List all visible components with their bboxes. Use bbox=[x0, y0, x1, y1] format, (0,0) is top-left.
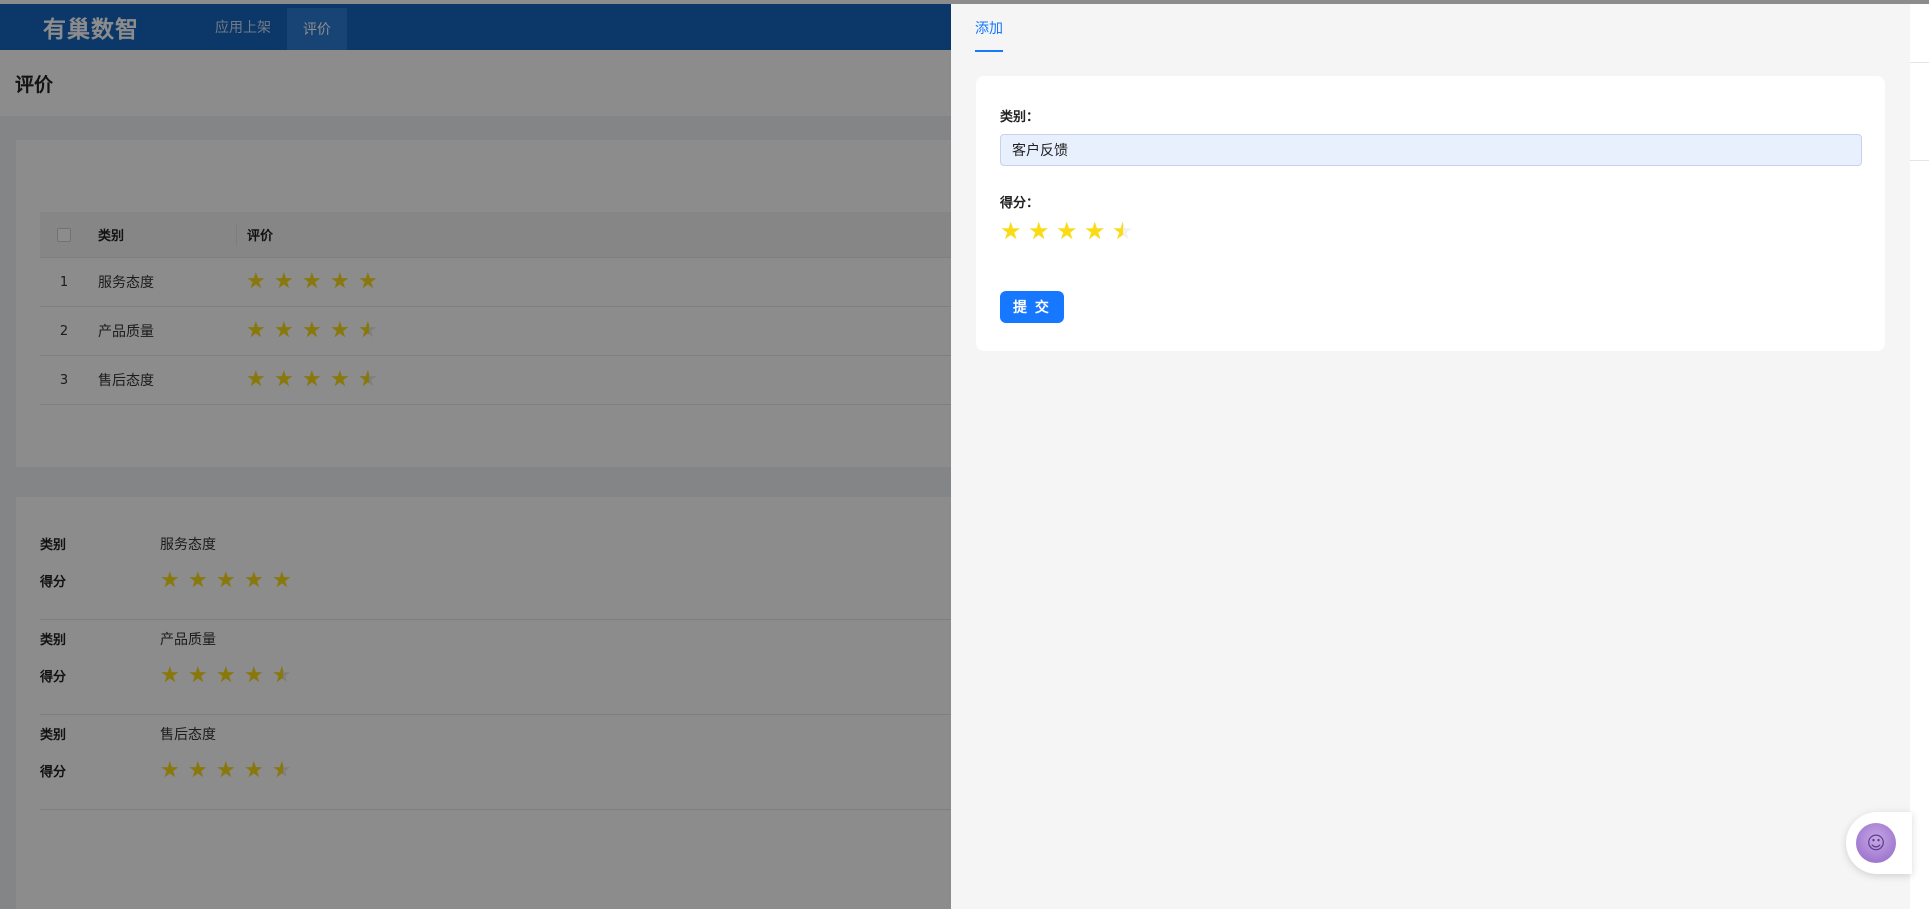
star-icon: ★ ★ bbox=[1056, 217, 1078, 245]
tab-add[interactable]: 添加 bbox=[975, 18, 1003, 52]
customer-service-button[interactable]: ☺ bbox=[1846, 812, 1912, 874]
score-rate-input[interactable]: ★ ★ ★ ★ ★ ★ ★ ★ ★ ★ bbox=[1000, 217, 1134, 245]
add-form: 类别： 客户反馈 得分： ★ ★ ★ ★ ★ ★ ★ ★ ★ ★ 提 交 bbox=[976, 76, 1885, 351]
submit-button[interactable]: 提 交 bbox=[1000, 291, 1064, 323]
customer-service-icon: ☺ bbox=[1856, 823, 1896, 863]
add-drawer: 添加 类别： 客户反馈 得分： ★ ★ ★ ★ ★ ★ ★ ★ ★ ★ 提 交 bbox=[951, 4, 1910, 909]
star-icon: ★ ★ bbox=[1112, 217, 1134, 245]
category-label: 类别： bbox=[1000, 110, 1040, 125]
star-icon: ★ ★ bbox=[1084, 217, 1106, 245]
score-label: 得分： bbox=[1000, 196, 1040, 211]
star-icon: ★ ★ bbox=[1028, 217, 1050, 245]
category-input[interactable]: 客户反馈 bbox=[1000, 134, 1862, 166]
background-page-edge bbox=[1910, 4, 1929, 909]
star-icon: ★ ★ bbox=[1000, 217, 1022, 245]
